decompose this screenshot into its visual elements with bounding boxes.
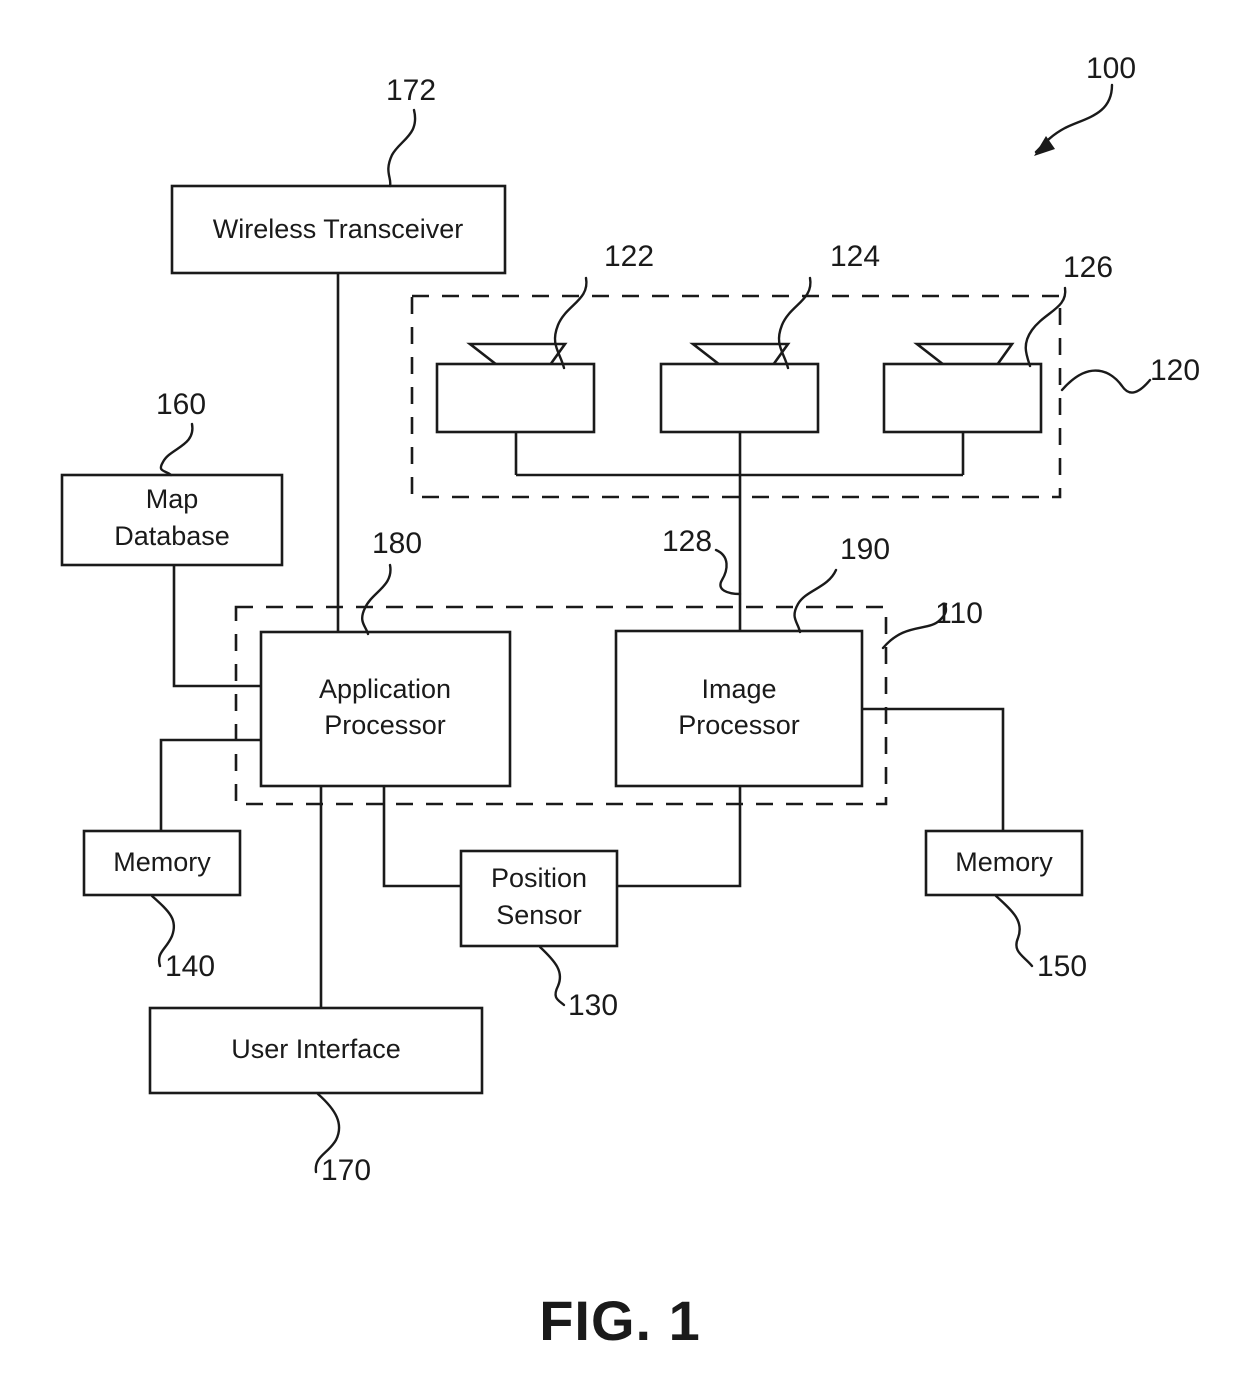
ref-100: 100 [1086,52,1136,85]
position-sensor-label-line1: Position [491,863,587,893]
ref-140: 140 [165,950,215,983]
image-capture-device-3[interactable] [882,342,1043,434]
leader-150 [994,894,1034,968]
wireless-transceiver-label: Wireless Transceiver [213,214,464,244]
figure-caption: FIG. 1 [539,1289,701,1352]
image-processor-box [614,629,864,788]
map-database-block[interactable]: Map Database [60,473,284,567]
line-memory-left-to-app-processor [159,738,261,831]
leader-122 [553,276,588,370]
ref-190: 190 [840,533,890,566]
line-map-database-to-app-processor [172,565,261,688]
ref-128: 128 [662,525,712,558]
wireless-transceiver-block[interactable]: Wireless Transceiver [170,184,507,275]
ref-130: 130 [568,989,618,1022]
ref-124: 124 [830,240,880,273]
line-image-processor-to-position-sensor [617,786,742,888]
image-capture-device-1[interactable] [435,342,596,434]
leader-172 [387,108,417,188]
map-database-label-line2: Database [114,521,230,551]
leader-180 [361,563,392,636]
patent-figure-1: Wireless Transceiver Map Database Applic… [0,0,1240,1395]
leader-124 [777,276,812,370]
camera-lens-icon-1 [466,342,568,367]
position-sensor-block[interactable]: Position Sensor [459,849,619,948]
ref-172: 172 [386,74,436,107]
user-interface-label: User Interface [231,1034,401,1064]
leader-190 [793,568,838,634]
figure-canvas: Wireless Transceiver Map Database Applic… [60,52,1200,1352]
ref-126: 126 [1063,251,1113,284]
ref-110: 110 [935,597,983,630]
camera-lens-icon-2 [689,342,791,367]
ref-160: 160 [156,388,206,421]
image-processor-block[interactable]: Image Processor [614,629,864,788]
camera-lens-icon-3 [913,342,1015,367]
ref-180: 180 [372,527,422,560]
arrowhead-100 [1034,136,1055,156]
image-processor-label-line1: Image [701,674,776,704]
image-processor-label-line2: Processor [678,710,800,740]
application-processor-box [259,630,512,788]
leader-130 [538,945,566,1007]
application-processor-label-line1: Application [319,674,451,704]
map-database-label-line1: Map [146,484,199,514]
ref-120: 120 [1150,354,1200,387]
application-processor-block[interactable]: Application Processor [259,630,512,788]
ref-150: 150 [1037,950,1087,983]
camera-body-3 [882,362,1043,434]
camera-body-1 [435,362,596,434]
application-processor-label-line2: Processor [324,710,446,740]
camera-body-2 [659,362,820,434]
memory-right-label: Memory [955,847,1053,877]
leader-128 [714,548,742,596]
line-image-processor-to-memory-right [862,707,1005,831]
leader-160 [159,422,194,477]
ref-170: 170 [321,1154,371,1187]
user-interface-block[interactable]: User Interface [148,1006,484,1095]
position-sensor-label-line2: Sensor [496,900,582,930]
memory-right-block[interactable]: Memory [924,829,1084,897]
memory-left-label: Memory [113,847,211,877]
ref-122: 122 [604,240,654,273]
leader-120 [1060,369,1152,394]
memory-left-block[interactable]: Memory [82,829,242,897]
image-capture-device-2[interactable] [659,342,820,434]
line-app-processor-to-position-sensor [382,786,461,888]
